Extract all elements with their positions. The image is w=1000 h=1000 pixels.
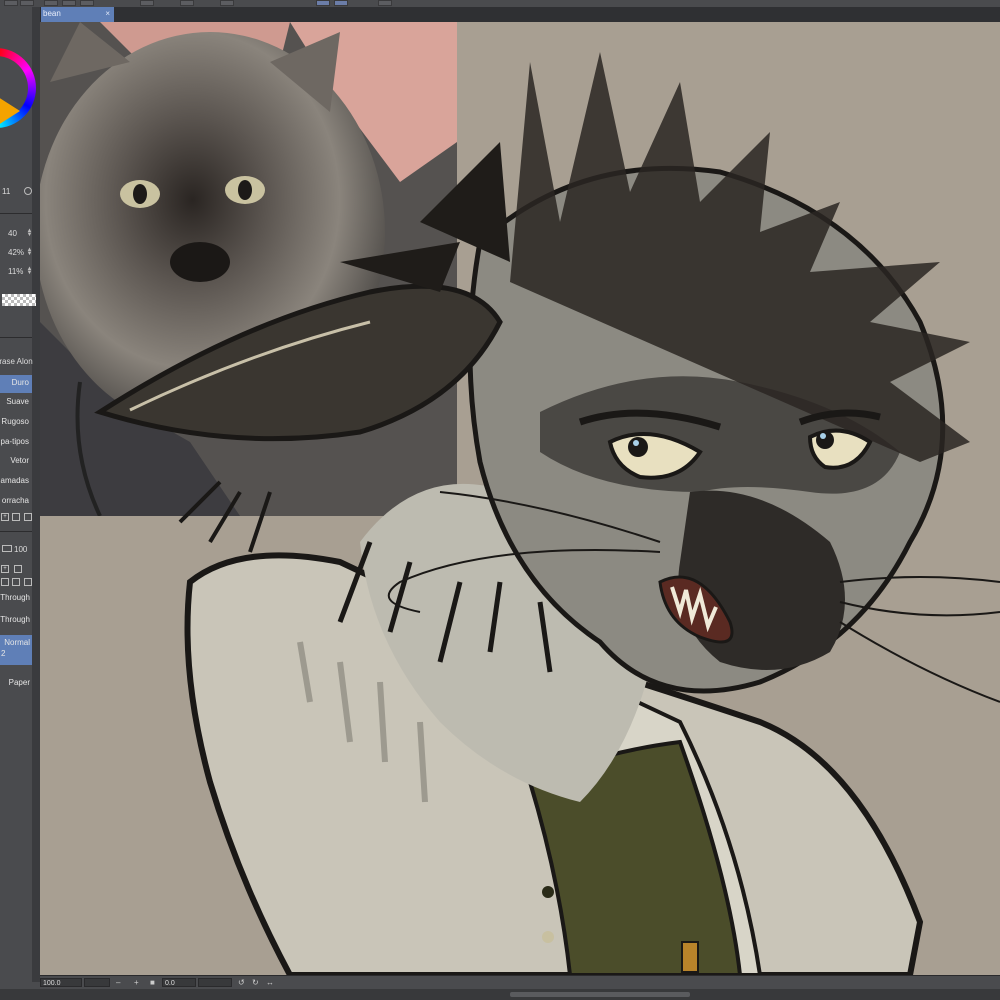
layer-opacity-value[interactable]: 100 [14, 545, 27, 554]
document-tab-bar: bean × [40, 7, 1000, 23]
delete-icon[interactable] [24, 513, 32, 521]
rotation-slider[interactable] [198, 978, 232, 987]
brush-item-amadas[interactable]: amadas [0, 473, 32, 491]
close-tab-icon[interactable]: × [105, 9, 110, 18]
brush-header-label: Erase Alon [0, 357, 33, 366]
main-color-indicator[interactable] [0, 97, 20, 125]
delete-icon[interactable] [24, 578, 32, 586]
toolbar-button[interactable] [4, 0, 18, 6]
panel-divider [0, 337, 32, 338]
toolbar-button[interactable] [20, 0, 34, 6]
brush-size-spinner-icon[interactable]: ▲ ▼ [26, 228, 33, 238]
rotate-right-icon[interactable]: ↻ [252, 978, 259, 987]
layer-item-through[interactable]: Through [0, 612, 32, 634]
layer-color-swatch[interactable] [2, 545, 12, 552]
rotation-field[interactable]: 0.0 [162, 978, 196, 987]
toolbar-button[interactable] [220, 0, 234, 6]
texture-preview[interactable] [2, 294, 36, 306]
fit-icon[interactable]: ■ [150, 978, 155, 987]
horizontal-scrollbar[interactable] [0, 989, 1000, 1000]
brush-size-value[interactable]: 40 [8, 229, 17, 238]
layer-item-normal[interactable]: Normal 2 [0, 635, 32, 665]
opacity-value[interactable]: 42% [8, 248, 24, 257]
brush-item-rugoso[interactable]: Rugoso [0, 414, 32, 432]
edit-layer-icon[interactable] [14, 565, 22, 573]
brush-item-orracha[interactable]: orracha [0, 493, 32, 511]
toolbar-button[interactable] [378, 0, 392, 6]
status-bar: 100.0 – + ■ 0.0 ↺ ↻ ↔ [40, 975, 1000, 990]
zoom-in-icon[interactable]: + [134, 978, 139, 987]
density-value[interactable]: 11% [8, 267, 23, 276]
toolbar-button-active[interactable] [334, 0, 348, 6]
density-spinner-icon[interactable]: ▲ ▼ [26, 266, 33, 276]
toolbar-button[interactable] [80, 0, 94, 6]
brush-item-suave[interactable]: Suave [0, 394, 32, 412]
brush-item-vetor[interactable]: Vetor [0, 453, 32, 471]
reset-rotation-icon[interactable]: ↔ [266, 978, 274, 987]
clip-layer-icon[interactable] [1, 578, 9, 586]
toolbar-button[interactable] [140, 0, 154, 6]
color-info-value: 11 [2, 187, 11, 196]
copy-layer-icon[interactable] [12, 578, 20, 586]
zoom-field[interactable]: 100.0 [40, 978, 82, 987]
toolbar-button-active[interactable] [316, 0, 330, 6]
document-tab[interactable]: bean × [40, 7, 114, 22]
new-layer-icon[interactable]: + [1, 565, 9, 573]
copy-brush-icon[interactable] [12, 513, 20, 521]
scroll-handle[interactable] [510, 992, 690, 997]
color-settings-icon[interactable] [24, 187, 32, 195]
brush-item-pa-tipos[interactable]: pa-tipos [0, 434, 32, 452]
layer-item-through[interactable]: Through [0, 590, 32, 612]
new-brush-icon[interactable]: + [1, 513, 9, 521]
left-dock-panel: 11 40 ▲▼ 42% ▲▼ 11% ▲▼ Erase Alon Duro S… [0, 7, 41, 982]
character-illustration [94, 52, 1000, 975]
toolbar-button[interactable] [44, 0, 58, 6]
panel-scrollbar[interactable] [32, 7, 40, 982]
panel-divider [0, 531, 32, 532]
toolbar-button[interactable] [62, 0, 76, 6]
opacity-spinner-icon[interactable]: ▲ ▼ [26, 247, 33, 257]
brush-item-duro[interactable]: Duro [0, 375, 32, 393]
document-tab-title: bean [43, 9, 61, 18]
rotate-left-icon[interactable]: ↺ [238, 978, 245, 987]
zoom-slider[interactable] [84, 978, 110, 987]
layer-item-paper[interactable]: Paper [0, 675, 32, 697]
zoom-out-icon[interactable]: – [116, 978, 120, 987]
drawing-canvas[interactable] [40, 22, 1000, 975]
panel-divider [0, 213, 32, 214]
toolbar-button[interactable] [180, 0, 194, 6]
